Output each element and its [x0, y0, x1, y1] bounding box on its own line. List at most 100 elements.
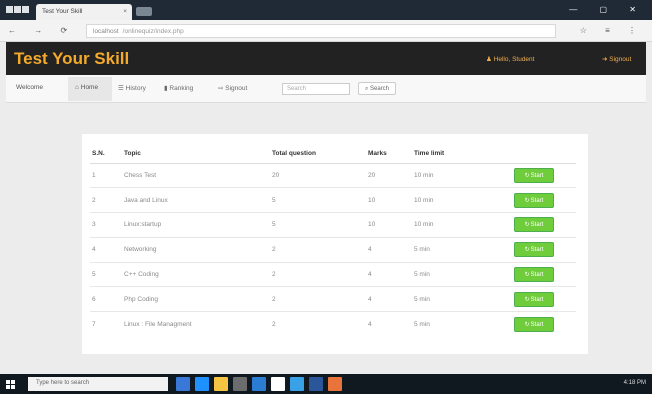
- user-greeting[interactable]: ♟ Hello, Student: [486, 55, 534, 63]
- menu-item-history[interactable]: ☰ History: [118, 84, 146, 92]
- window-controls[interactable]: — ▢ ✕: [569, 5, 646, 14]
- word-icon[interactable]: [309, 377, 323, 391]
- header-total-question: Total question: [270, 144, 366, 164]
- cell-total: 2: [270, 261, 366, 287]
- search-input[interactable]: Search: [282, 83, 350, 95]
- start-button[interactable]: ↻Start: [514, 291, 554, 307]
- new-tab-button[interactable]: [136, 7, 152, 16]
- cell-action: ↻Start: [512, 261, 576, 287]
- start-button[interactable]: ↻Start: [514, 242, 554, 258]
- start-icon: ↻: [524, 247, 530, 254]
- cell-total: 5: [270, 212, 366, 238]
- cell-total: 2: [270, 286, 366, 312]
- address-bar-row: ← → ⟳ ⌂ localhost/onlinequiz/index.php ☆…: [0, 20, 652, 42]
- browser-tab-bar: Test Your Skill × — ▢ ✕: [0, 0, 652, 20]
- cell-sn: 6: [90, 286, 122, 312]
- home-icon: ⌂: [75, 84, 79, 91]
- taskbar-search-input[interactable]: Type here to search: [28, 377, 168, 391]
- cell-sn: 7: [90, 311, 122, 337]
- cell-time: 10 min: [412, 212, 512, 238]
- menu-item-signout[interactable]: ⇨ Signout: [218, 84, 247, 92]
- cell-topic: Java and Linux: [122, 187, 270, 213]
- history-icon: ☰: [118, 85, 126, 92]
- cell-total: 2: [270, 236, 366, 263]
- header-time-limit: Time limit: [412, 144, 512, 164]
- cell-total: 20: [270, 162, 366, 188]
- browser-toolbar-icons[interactable]: ☆ ≡ ⋮: [580, 26, 644, 35]
- start-button[interactable]: ↻Start: [514, 167, 554, 183]
- cell-sn: 1: [90, 162, 122, 188]
- cell-topic: Linux : File Managment: [122, 311, 270, 337]
- tab-title: Test Your Skill: [42, 8, 83, 15]
- cell-action: ↻Start: [512, 286, 576, 312]
- window-menu-icons: [6, 6, 32, 14]
- task-view-icon[interactable]: [176, 377, 190, 391]
- start-icon: ↻: [524, 296, 530, 303]
- table-row: 6 Php Coding 2 4 5 min ↻Start: [90, 286, 576, 312]
- start-button[interactable]: ↻Start: [514, 316, 554, 332]
- start-button[interactable]: ↻Start: [514, 217, 554, 233]
- url-host: localhost: [93, 28, 119, 35]
- start-label: Start: [530, 321, 544, 328]
- cell-time: 10 min: [412, 162, 512, 188]
- main-content: S.N. Topic Total question Marks Time lim…: [6, 103, 646, 368]
- browser-nav-icons[interactable]: ← → ⟳ ⌂: [8, 26, 98, 35]
- table-row: 7 Linux : File Managment 2 4 5 min ↻Star…: [90, 311, 576, 337]
- table-row: 2 Java and Linux 5 10 10 min ↻Start: [90, 187, 576, 213]
- file-explorer-icon[interactable]: [214, 377, 228, 391]
- menu-item-home[interactable]: ⌂ Home: [68, 77, 112, 101]
- brand-logo[interactable]: Test Your Skill: [14, 49, 129, 69]
- mail-icon[interactable]: [252, 377, 266, 391]
- start-button[interactable]: ↻Start: [514, 192, 554, 208]
- start-icon: ↻: [524, 321, 530, 328]
- quiz-panel: S.N. Topic Total question Marks Time lim…: [82, 134, 588, 354]
- table-row: 1 Chess Test 20 20 10 min ↻Start: [90, 162, 576, 188]
- menu-home-label: Home: [80, 84, 99, 91]
- start-button[interactable]: ↻Start: [514, 267, 554, 283]
- cell-time: 10 min: [412, 187, 512, 213]
- quiz-table: S.N. Topic Total question Marks Time lim…: [90, 144, 576, 337]
- header-action: [512, 144, 576, 164]
- menu-history-label: History: [125, 85, 146, 92]
- main-menu: Welcome ⌂ Home ☰ History ▮ Ranking ⇨ Sig…: [6, 75, 646, 103]
- user-icon: ♟: [486, 56, 494, 63]
- app-icon[interactable]: [328, 377, 342, 391]
- taskbar-pinned-apps: [176, 377, 342, 391]
- cell-action: ↻Start: [512, 212, 576, 238]
- photos-icon[interactable]: [290, 377, 304, 391]
- table-row: 3 Linux:startup 5 10 10 min ↻Start: [90, 212, 576, 238]
- start-label: Start: [530, 247, 544, 254]
- menu-item-ranking[interactable]: ▮ Ranking: [164, 84, 193, 92]
- start-label: Start: [530, 296, 544, 303]
- table-row: 5 C++ Coding 2 4 5 min ↻Start: [90, 261, 576, 287]
- cell-time: 5 min: [412, 311, 512, 337]
- tab-close-icon[interactable]: ×: [123, 8, 127, 15]
- cell-total: 5: [270, 187, 366, 213]
- start-label: Start: [530, 172, 544, 179]
- cell-sn: 4: [90, 236, 122, 263]
- cell-topic: Php Coding: [122, 286, 270, 312]
- start-label: Start: [530, 222, 544, 229]
- cell-action: ↻Start: [512, 311, 576, 337]
- cell-time: 5 min: [412, 286, 512, 312]
- system-tray-clock[interactable]: 4:18 PM: [624, 380, 646, 386]
- store-icon[interactable]: [233, 377, 247, 391]
- cell-marks: 10: [366, 212, 412, 238]
- start-icon: ↻: [524, 272, 530, 279]
- cell-topic: Chess Test: [122, 162, 270, 188]
- logout-link[interactable]: ➜ Signout: [602, 55, 631, 63]
- url-path: /onlinequiz/index.php: [122, 28, 184, 35]
- start-icon: ↻: [524, 222, 530, 229]
- search-button[interactable]: ⌕ Search: [358, 82, 396, 95]
- cell-sn: 2: [90, 187, 122, 213]
- cell-total: 2: [270, 311, 366, 337]
- edge-icon[interactable]: [195, 377, 209, 391]
- windows-start-icon[interactable]: [6, 380, 15, 389]
- chrome-icon[interactable]: [271, 377, 285, 391]
- user-label: Hello, Student: [493, 56, 535, 63]
- cell-marks: 4: [366, 311, 412, 337]
- os-taskbar: Type here to search 4:18 PM: [0, 374, 652, 394]
- url-field[interactable]: localhost/onlinequiz/index.php: [86, 24, 556, 38]
- app-header: Test Your Skill ♟ Hello, Student ➜ Signo…: [6, 42, 646, 75]
- browser-tab[interactable]: Test Your Skill ×: [36, 4, 132, 20]
